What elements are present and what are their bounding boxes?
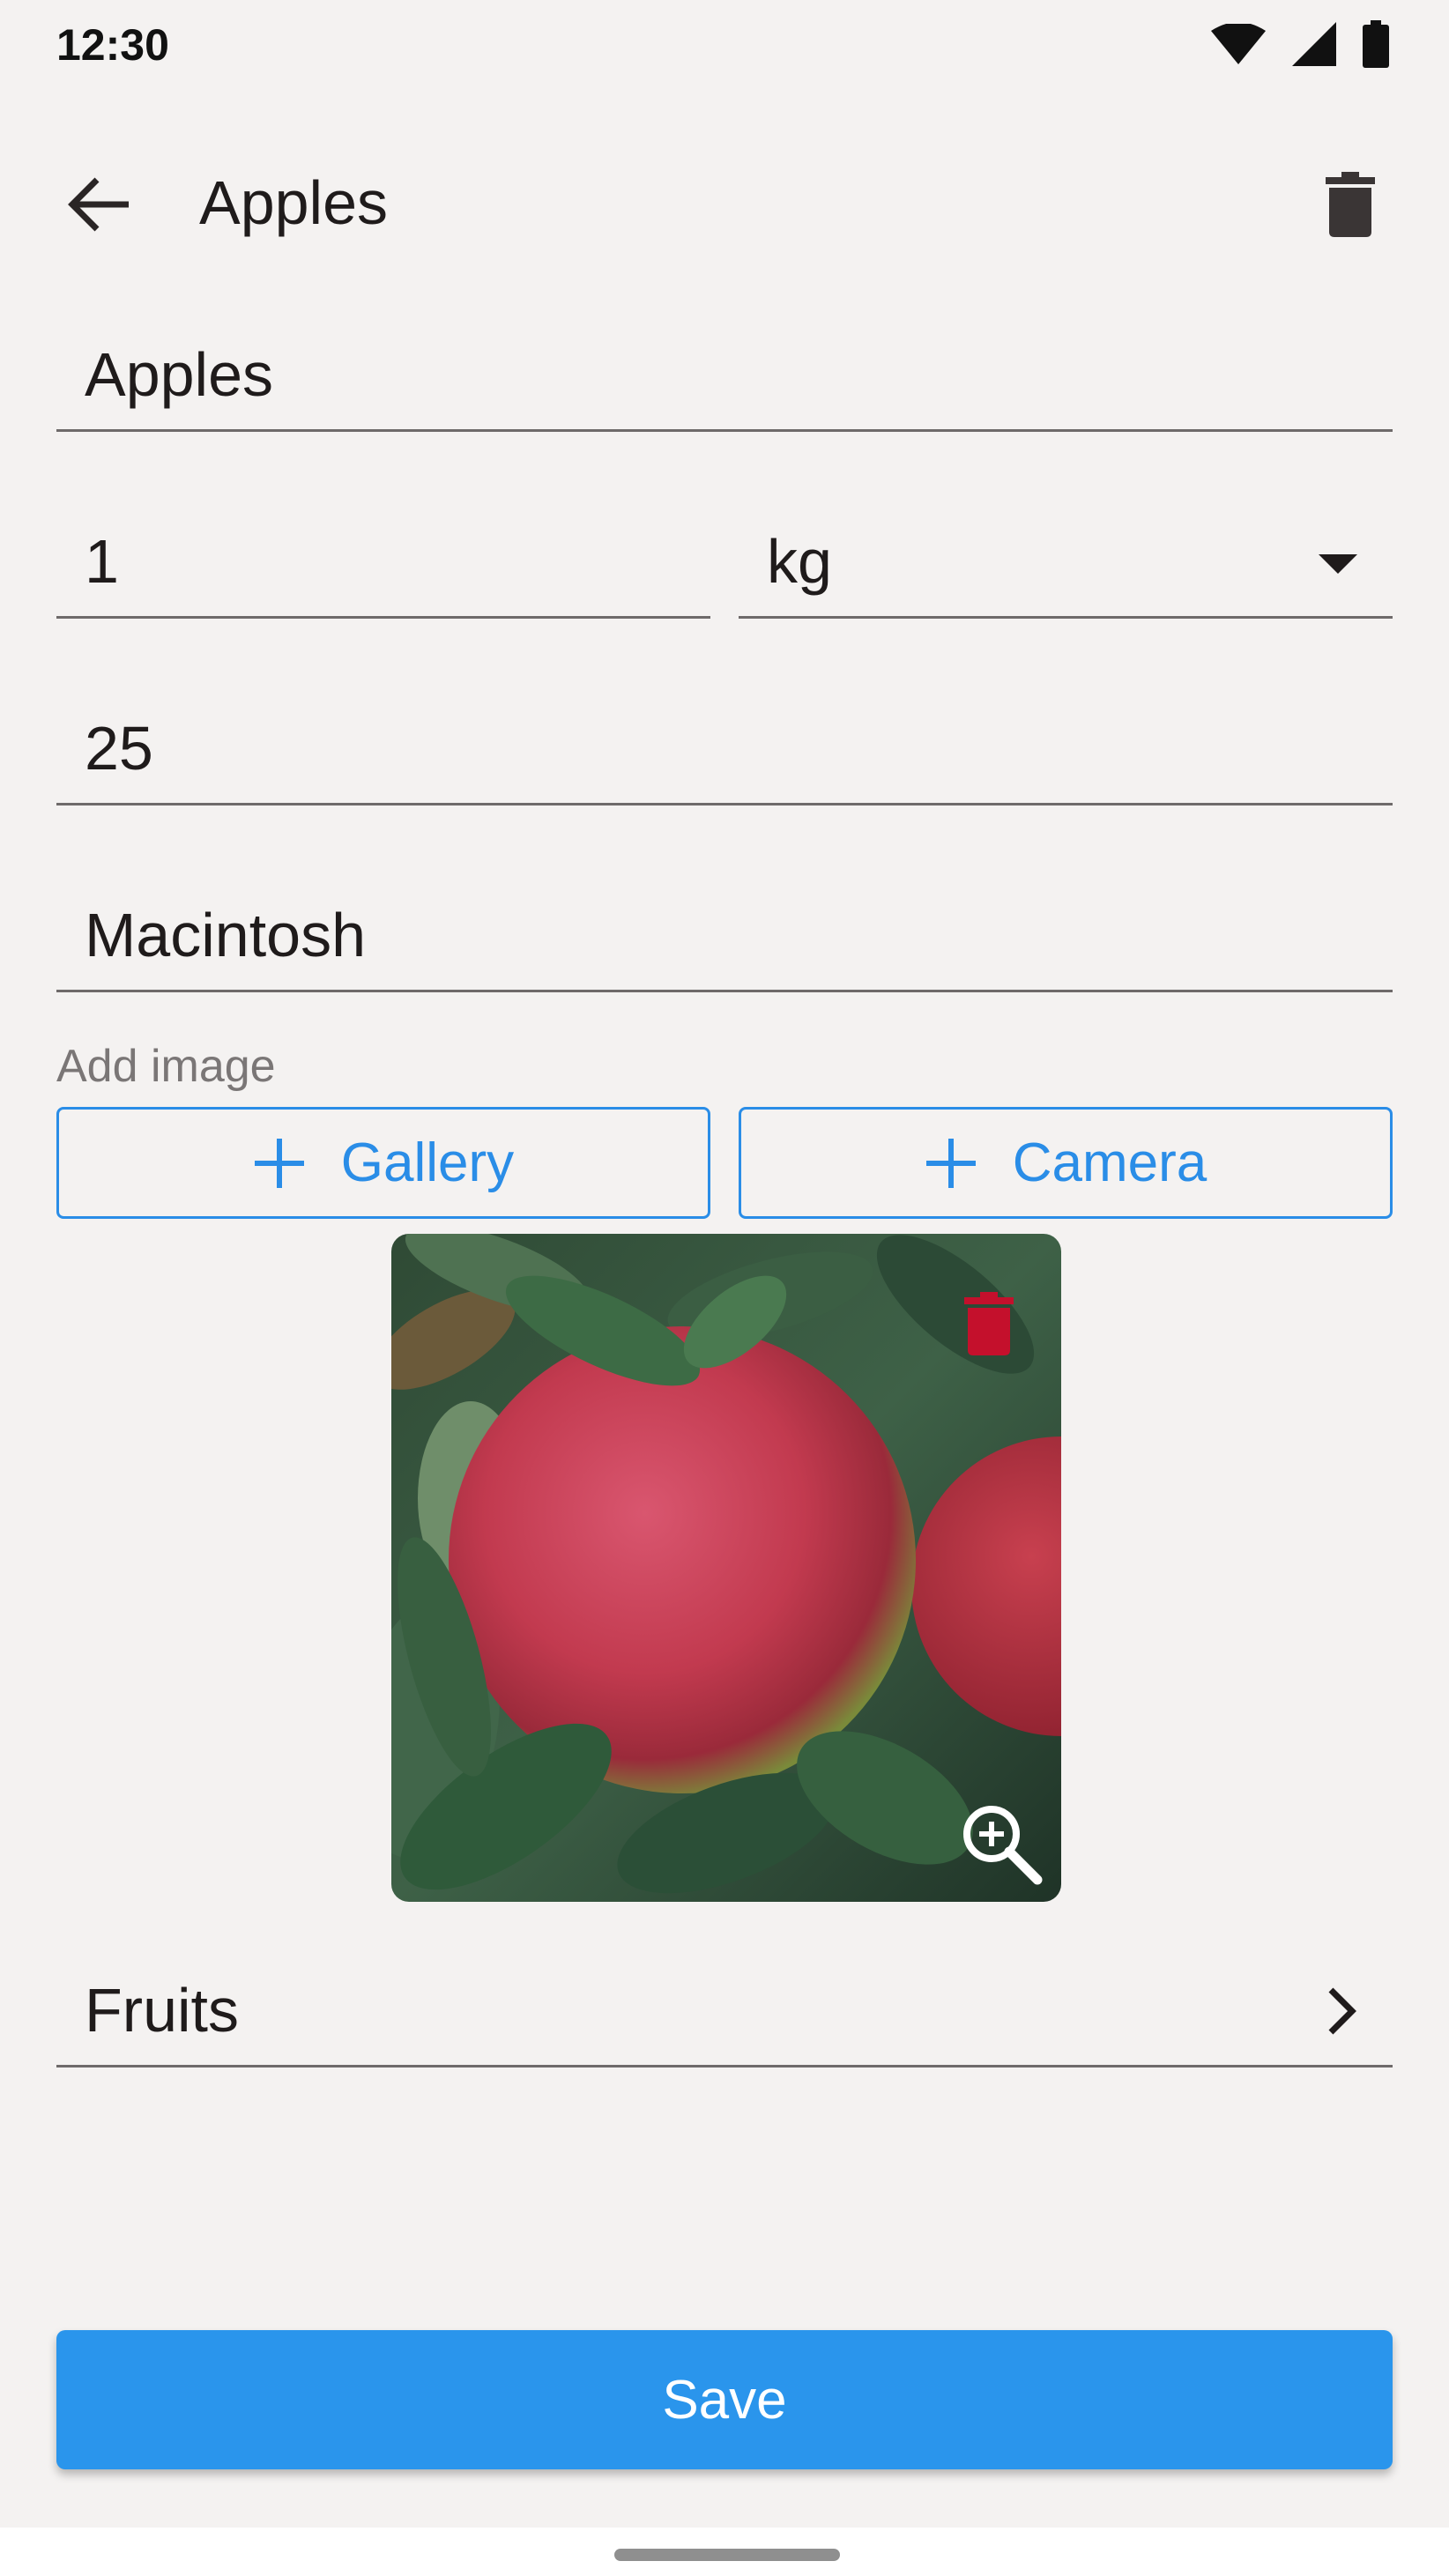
- cellular-signal-icon: [1292, 22, 1336, 66]
- category-value: Fruits: [85, 1975, 239, 2045]
- gallery-button-label: Gallery: [340, 1132, 515, 1193]
- page-title: Apples: [199, 168, 389, 237]
- gallery-button[interactable]: Gallery: [56, 1107, 710, 1219]
- screen: 12:30 Apples Apples 1 kg 25 Macintosh Ad…: [0, 0, 1449, 2576]
- quantity-field[interactable]: 1: [56, 506, 710, 619]
- notes-field-value: Macintosh: [85, 900, 367, 969]
- navigation-bar: [0, 2528, 1449, 2576]
- status-icons: [1211, 19, 1389, 69]
- quantity-field-value: 1: [85, 526, 119, 596]
- plus-icon: [925, 1137, 977, 1190]
- dropdown-arrow-icon: [1319, 553, 1357, 574]
- image-zoom-button[interactable]: [952, 1794, 1049, 1891]
- delete-item-button[interactable]: [1297, 152, 1403, 257]
- battery-icon: [1363, 20, 1389, 68]
- camera-button[interactable]: Camera: [739, 1107, 1393, 1219]
- zoom-in-icon: [963, 1806, 1043, 1885]
- trash-icon: [964, 1292, 1014, 1355]
- unit-dropdown[interactable]: kg: [739, 506, 1393, 619]
- app-bar: Apples: [0, 132, 1449, 264]
- unit-dropdown-value: kg: [767, 526, 832, 596]
- save-button[interactable]: Save: [56, 2330, 1393, 2469]
- status-time: 12:30: [56, 20, 169, 70]
- home-gesture-handle[interactable]: [614, 2549, 840, 2561]
- arrow-back-icon: [68, 177, 129, 232]
- name-field-value: Apples: [85, 339, 274, 409]
- wifi-icon: [1211, 24, 1266, 64]
- image-delete-button[interactable]: [945, 1280, 1033, 1368]
- name-field[interactable]: Apples: [56, 319, 1393, 432]
- price-field-value: 25: [85, 713, 153, 783]
- back-button[interactable]: [46, 152, 152, 257]
- category-selector[interactable]: Fruits: [56, 1955, 1393, 2067]
- plus-icon: [253, 1137, 306, 1190]
- image-preview[interactable]: [391, 1234, 1061, 1902]
- price-field[interactable]: 25: [56, 693, 1393, 805]
- trash-icon: [1326, 172, 1375, 237]
- status-bar: 12:30: [0, 0, 1449, 88]
- camera-button-label: Camera: [1012, 1132, 1208, 1193]
- notes-field[interactable]: Macintosh: [56, 880, 1393, 992]
- add-image-label: Add image: [56, 1041, 276, 1092]
- chevron-right-icon: [1328, 1987, 1356, 2035]
